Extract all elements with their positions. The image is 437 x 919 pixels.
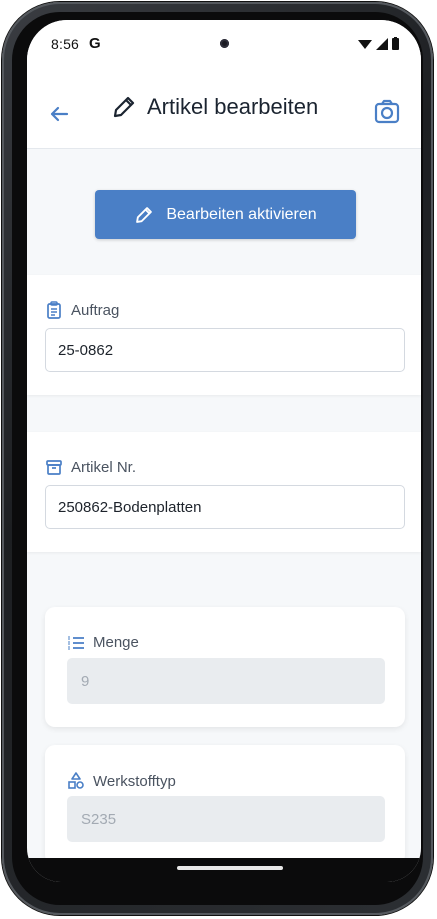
section-artikel-nr: Artikel Nr. 250862-Bodenplatten <box>27 432 421 552</box>
battery-icon <box>392 37 399 50</box>
home-indicator[interactable] <box>177 866 283 870</box>
activate-edit-button[interactable]: Bearbeiten aktivieren <box>95 190 356 239</box>
menge-label: Menge <box>93 634 139 651</box>
arrow-left-icon <box>50 106 69 122</box>
activate-edit-label: Bearbeiten aktivieren <box>166 205 317 223</box>
google-icon: G <box>89 35 101 52</box>
archive-box-icon <box>46 460 62 475</box>
wifi-icon <box>358 39 372 49</box>
list-icon <box>68 636 84 649</box>
menge-label-group: Menge <box>67 634 139 651</box>
app-screen: 8:56 G Artikel bearbeiten Bearbeiten akt… <box>27 20 421 882</box>
artikel-nr-input[interactable]: 250862-Bodenplatten <box>45 485 405 529</box>
menge-field: 9 <box>67 658 385 704</box>
navigation-bar <box>27 858 421 882</box>
status-time: 8:56 <box>51 36 80 52</box>
clipboard-icon <box>47 301 61 319</box>
card-menge: Menge 9 <box>45 607 405 727</box>
werkstofftyp-field: S235 <box>67 796 385 842</box>
pencil-icon <box>113 96 135 118</box>
werkstofftyp-label-group: Werkstofftyp <box>67 772 176 790</box>
content-area: Bearbeiten aktivieren Auftrag 25-0862 Ar… <box>27 149 421 882</box>
signal-icon <box>376 37 388 50</box>
page-title: Artikel bearbeiten <box>147 94 319 119</box>
status-icons <box>358 37 399 50</box>
artikel-nr-label-group: Artikel Nr. <box>45 458 136 476</box>
artikel-nr-label: Artikel Nr. <box>71 458 137 476</box>
section-auftrag: Auftrag 25-0862 <box>27 275 421 395</box>
auftrag-label: Auftrag <box>71 301 120 319</box>
camera-button[interactable] <box>371 96 403 128</box>
card-werkstofftyp: Werkstofftyp S235 <box>45 745 405 865</box>
shapes-icon <box>68 772 84 789</box>
werkstofftyp-label: Werkstofftyp <box>93 772 176 790</box>
pencil-icon <box>136 206 153 223</box>
back-button[interactable] <box>45 100 73 128</box>
app-bar: Artikel bearbeiten <box>27 72 421 149</box>
front-camera <box>220 39 229 48</box>
camera-icon <box>374 99 400 124</box>
auftrag-label-group: Auftrag <box>45 301 119 319</box>
status-bar: 8:56 G <box>27 20 421 72</box>
title-group: Artikel bearbeiten <box>111 94 318 120</box>
auftrag-input[interactable]: 25-0862 <box>45 328 405 372</box>
